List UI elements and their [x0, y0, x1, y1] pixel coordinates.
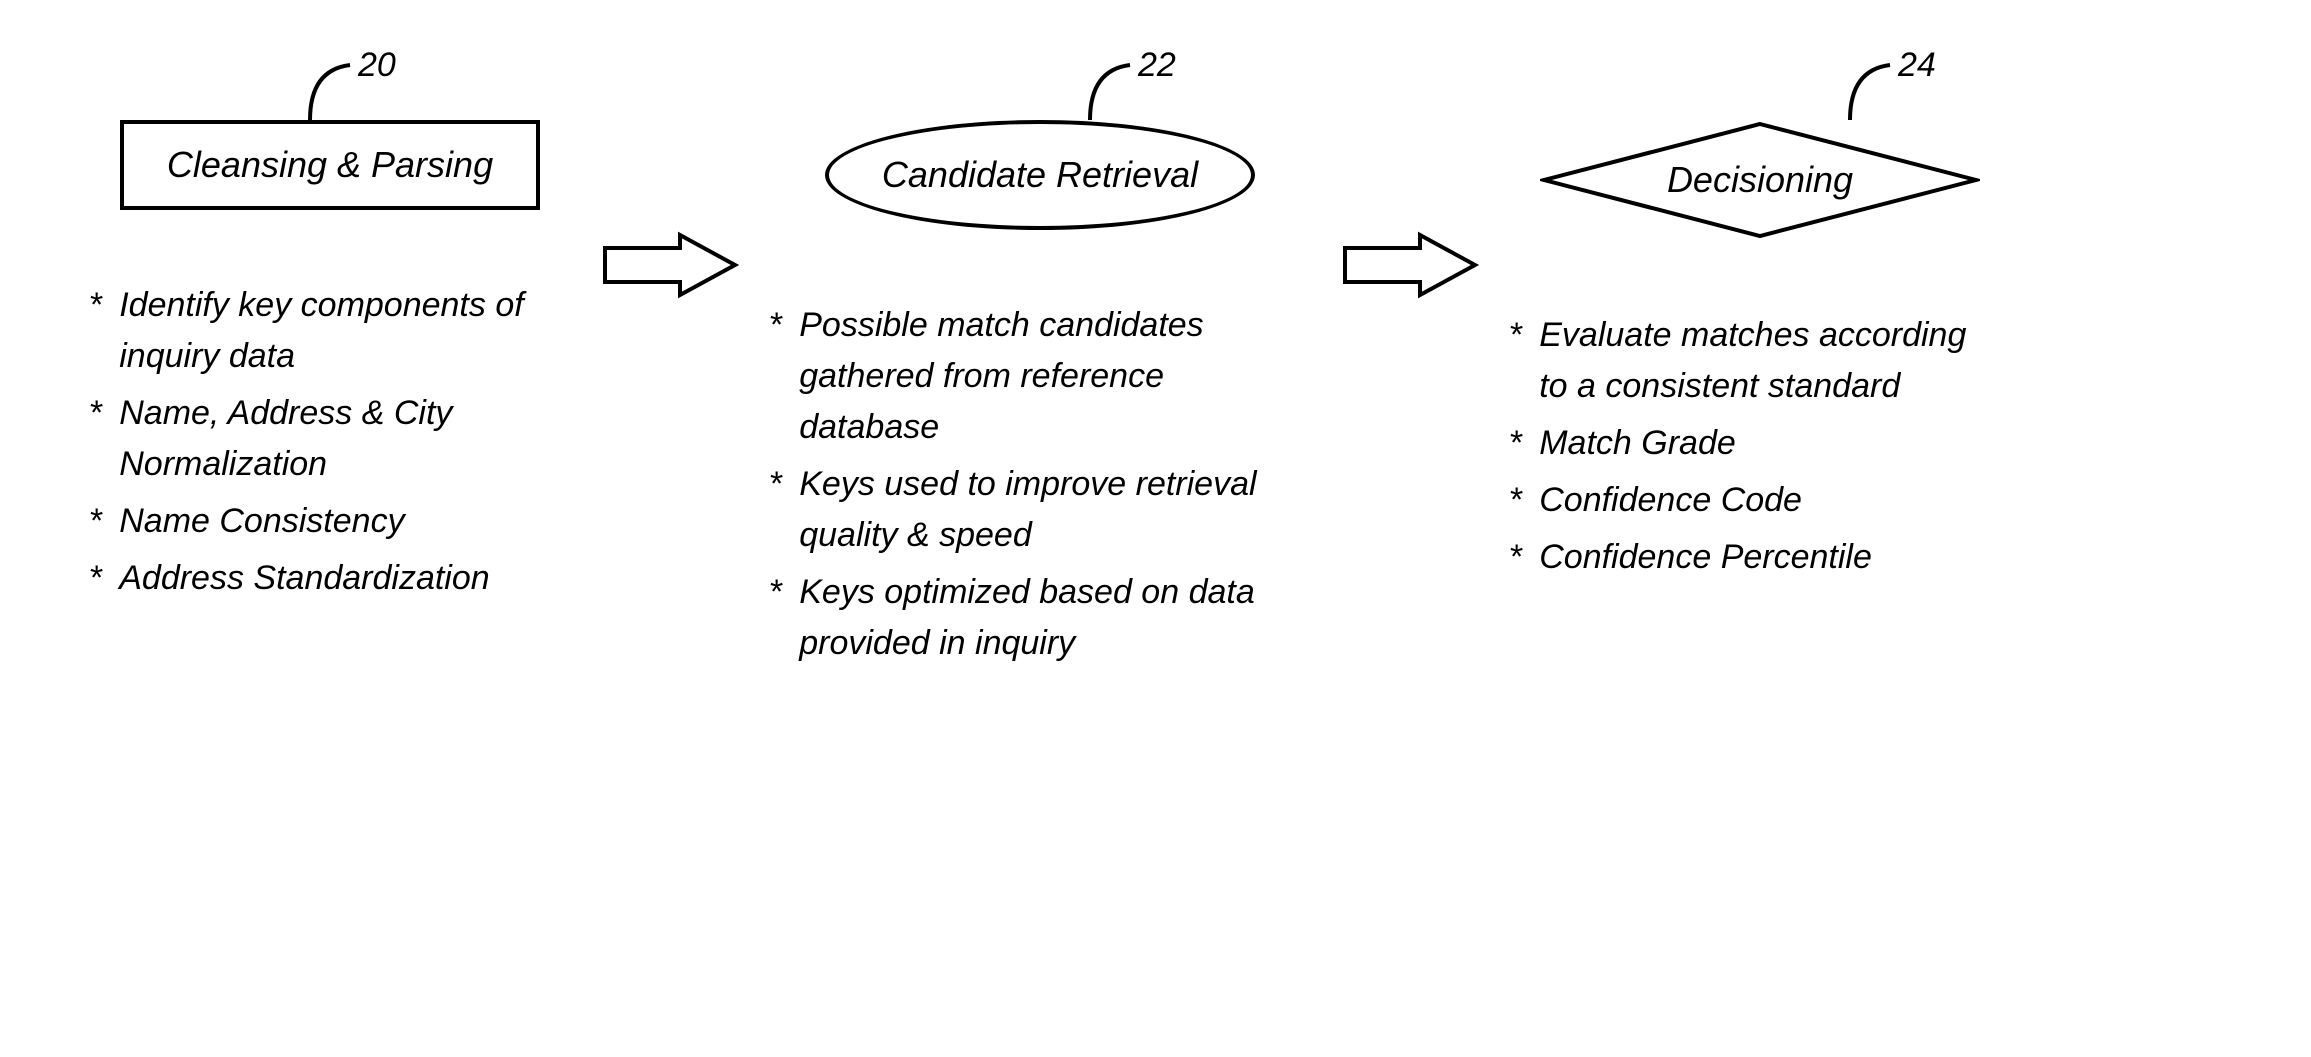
stage2-ref-text: 22 — [1138, 46, 1176, 85]
bullet-item: * Name Consistency — [90, 496, 579, 547]
stage1-ref-text: 20 — [358, 46, 396, 85]
arrow-right-icon — [1340, 230, 1480, 300]
stage2-ref-label: 22 — [1090, 50, 1170, 129]
asterisk-icon: * — [90, 553, 103, 604]
bullet-item: * Match Grade — [1510, 418, 1999, 469]
asterisk-icon: * — [90, 388, 103, 439]
asterisk-icon: * — [770, 300, 783, 351]
bullet-item: * Name, Address & City Normalization — [90, 388, 579, 490]
arrow-2 — [1320, 230, 1500, 300]
stage3-diamond: Decisioning — [1540, 120, 1980, 240]
bullet-text: Keys optimized based on data provided in… — [799, 567, 1259, 669]
bullet-item: * Possible match candidates gathered from… — [770, 300, 1259, 453]
asterisk-icon: * — [1510, 532, 1523, 583]
bullet-item: * Evaluate matches according to a consist… — [1510, 310, 1999, 412]
stage1-bullets: * Identify key components of inquiry data… — [80, 280, 579, 610]
stage3-title: Decisioning — [1667, 159, 1853, 201]
arrow-right-icon — [600, 230, 740, 300]
arrow-1 — [580, 230, 760, 300]
bullet-text: Name, Address & City Normalization — [119, 388, 579, 490]
stage1-title: Cleansing & Parsing — [167, 144, 493, 186]
bullet-item: * Confidence Percentile — [1510, 532, 1999, 583]
bullet-item: * Keys used to improve retrieval quality … — [770, 459, 1259, 561]
bullet-item: * Address Standardization — [90, 553, 579, 604]
asterisk-icon: * — [90, 280, 103, 331]
stage2-title: Candidate Retrieval — [882, 154, 1198, 196]
asterisk-icon: * — [90, 496, 103, 547]
bullet-text: Address Standardization — [119, 553, 489, 604]
bullet-text: Keys used to improve retrieval quality &… — [799, 459, 1259, 561]
bullet-text: Confidence Percentile — [1539, 532, 1872, 583]
stage1-box: Cleansing & Parsing — [120, 120, 540, 210]
bullet-text: Evaluate matches according to a consiste… — [1539, 310, 1999, 412]
stage1-shape-wrap: 20 Cleansing & Parsing — [80, 120, 580, 210]
stage3-ref-label: 24 — [1850, 50, 1930, 129]
bullet-text: Match Grade — [1539, 418, 1736, 469]
stage-cleansing-parsing: 20 Cleansing & Parsing * Identify key com… — [80, 120, 580, 610]
stage3-bullets: * Evaluate matches according to a consist… — [1500, 310, 1999, 589]
bullet-text: Possible match candidates gathered from … — [799, 300, 1259, 453]
asterisk-icon: * — [770, 459, 783, 510]
asterisk-icon: * — [770, 567, 783, 618]
stage3-shape-wrap: 24 Decisioning — [1500, 120, 2020, 240]
stage2-bullets: * Possible match candidates gathered from… — [760, 300, 1259, 675]
stage3-ref-text: 24 — [1898, 46, 1936, 85]
stage2-ellipse: Candidate Retrieval — [825, 120, 1255, 230]
bullet-text: Confidence Code — [1539, 475, 1802, 526]
bullet-text: Identify key components of inquiry data — [119, 280, 579, 382]
asterisk-icon: * — [1510, 418, 1523, 469]
stage2-shape-wrap: 22 Candidate Retrieval — [760, 120, 1320, 230]
diagram-row: 20 Cleansing & Parsing * Identify key com… — [80, 120, 2231, 675]
asterisk-icon: * — [1510, 475, 1523, 526]
asterisk-icon: * — [1510, 310, 1523, 361]
stage1-ref-label: 20 — [310, 50, 390, 129]
stage-decisioning: 24 Decisioning * Evaluate matches accordi… — [1500, 120, 2020, 589]
bullet-text: Name Consistency — [119, 496, 404, 547]
bullet-item: * Keys optimized based on data provided i… — [770, 567, 1259, 669]
bullet-item: * Confidence Code — [1510, 475, 1999, 526]
bullet-item: * Identify key components of inquiry data — [90, 280, 579, 382]
stage-candidate-retrieval: 22 Candidate Retrieval * Possible match c… — [760, 120, 1320, 675]
